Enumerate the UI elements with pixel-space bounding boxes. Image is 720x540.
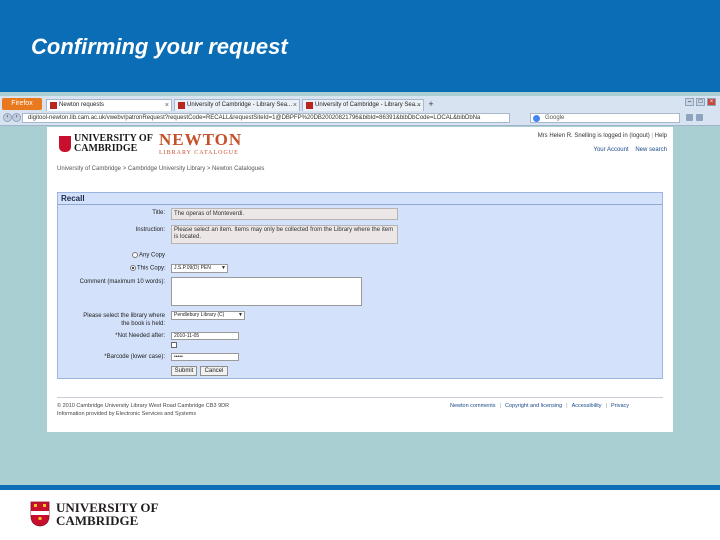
page-icon <box>306 102 313 109</box>
minimize-icon[interactable]: – <box>685 98 694 106</box>
slide-footer-band <box>0 485 720 490</box>
slide-header: Confirming your request <box>0 0 720 92</box>
browser-tab-newton-requests[interactable]: Newton requests × <box>46 99 172 111</box>
browser-screenshot: Firefox Newton requests × University of … <box>0 96 720 436</box>
page-icon <box>50 102 57 109</box>
page-icon <box>178 102 185 109</box>
cancel-button[interactable]: Cancel <box>200 366 228 376</box>
this-copy-select[interactable]: J.S.P.09(D) PEN ▼ <box>171 264 228 273</box>
accessibility-link[interactable]: Accessibility <box>572 403 602 409</box>
not-needed-date-input[interactable]: 2010-11-05 <box>171 332 239 340</box>
copyright-link[interactable]: Copyright and licensing <box>505 403 562 409</box>
window-controls: – □ × <box>685 98 716 106</box>
close-tab-icon[interactable]: × <box>293 100 297 111</box>
footer-divider <box>57 397 663 398</box>
help-link[interactable]: Help <box>655 133 667 139</box>
recall-form-panel: Recall Title: The operas of Monteverdi. … <box>57 192 663 379</box>
close-tab-icon[interactable]: × <box>417 100 421 111</box>
slide-title: Confirming your request <box>31 34 288 59</box>
footer-copyright: © 2010 Cambridge University Library West… <box>57 403 230 417</box>
library-label: Please select the library where the book… <box>83 313 165 327</box>
account-links: Your Account New search <box>594 147 668 153</box>
instruction-value: Please select an item. Items may only be… <box>171 225 398 244</box>
new-search-link[interactable]: New search <box>635 147 667 153</box>
comment-textarea[interactable] <box>171 277 362 306</box>
calendar-checkbox[interactable] <box>171 342 177 348</box>
this-copy-radio[interactable] <box>130 265 136 271</box>
forward-arrow-icon[interactable]: › <box>12 113 21 122</box>
navigation-bar: ‹ › digitool-newton.lib.cam.ac.uk/vwebv/… <box>0 112 720 125</box>
address-bar[interactable]: digitool-newton.lib.cam.ac.uk/vwebv/patr… <box>22 113 510 123</box>
bookmark-icon[interactable] <box>696 114 703 121</box>
browser-toolbar: Firefox Newton requests × University of … <box>0 96 720 126</box>
newton-header: UNIVERSITY OF CAMBRIDGE NEWTON LIBRARY C… <box>47 127 673 161</box>
user-status: Mrs Helen R. Snelling is logged in (logo… <box>537 133 667 139</box>
comment-label: Comment (maximum 10 words): <box>79 279 165 285</box>
any-copy-option[interactable]: Any Copy <box>132 252 165 259</box>
toolbar-icons <box>686 114 703 121</box>
chevron-down-icon: ▼ <box>238 312 243 318</box>
library-select[interactable]: Pendlebury Library (C) ▼ <box>171 311 245 320</box>
university-shield-icon <box>59 136 71 152</box>
firefox-menu-button[interactable]: Firefox <box>2 98 42 110</box>
any-copy-radio[interactable] <box>132 252 138 258</box>
this-copy-option[interactable]: This Copy: <box>130 265 166 272</box>
home-icon[interactable] <box>686 114 693 121</box>
title-label: Title: <box>152 210 165 216</box>
newton-logo[interactable]: NEWTON LIBRARY CATALOGUE <box>159 131 242 157</box>
university-logo-text: UNIVERSITY OF CAMBRIDGE <box>74 133 153 154</box>
title-value: The operas of Monteverdi. <box>171 208 398 220</box>
browser-tab-library-search-1[interactable]: University of Cambridge - Library Sea...… <box>174 99 300 111</box>
new-tab-button[interactable]: + <box>426 99 436 111</box>
maximize-icon[interactable]: □ <box>696 98 705 106</box>
university-shield-icon <box>30 501 50 527</box>
footer-links: Newton comments | Copyright and licensing |… <box>450 403 630 409</box>
submit-button[interactable]: Submit <box>171 366 197 376</box>
university-logo-text: UNIVERSITY OF CAMBRIDGE <box>56 500 159 528</box>
your-account-link[interactable]: Your Account <box>594 147 629 153</box>
newton-comments-link[interactable]: Newton comments <box>450 403 496 409</box>
instruction-label: Instruction: <box>135 227 165 233</box>
breadcrumb[interactable]: University of Cambridge > Cambridge Univ… <box>57 166 264 172</box>
close-tab-icon[interactable]: × <box>165 100 169 111</box>
close-window-icon[interactable]: × <box>707 98 716 106</box>
browser-search-input[interactable]: Google <box>530 113 680 123</box>
google-icon <box>533 115 540 122</box>
back-arrow-icon[interactable]: ‹ <box>3 113 12 122</box>
newton-page: UNIVERSITY OF CAMBRIDGE NEWTON LIBRARY C… <box>47 127 673 432</box>
panel-title: Recall <box>58 193 662 205</box>
not-needed-label: *Not Needed after: <box>115 333 165 339</box>
chevron-down-icon: ▼ <box>221 265 226 271</box>
privacy-link[interactable]: Privacy <box>611 403 629 409</box>
barcode-label: *Barcode (lower case): <box>104 354 165 360</box>
browser-tab-library-search-2[interactable]: University of Cambridge - Library Sea...… <box>302 99 424 111</box>
barcode-input[interactable]: ••••• <box>171 353 239 361</box>
